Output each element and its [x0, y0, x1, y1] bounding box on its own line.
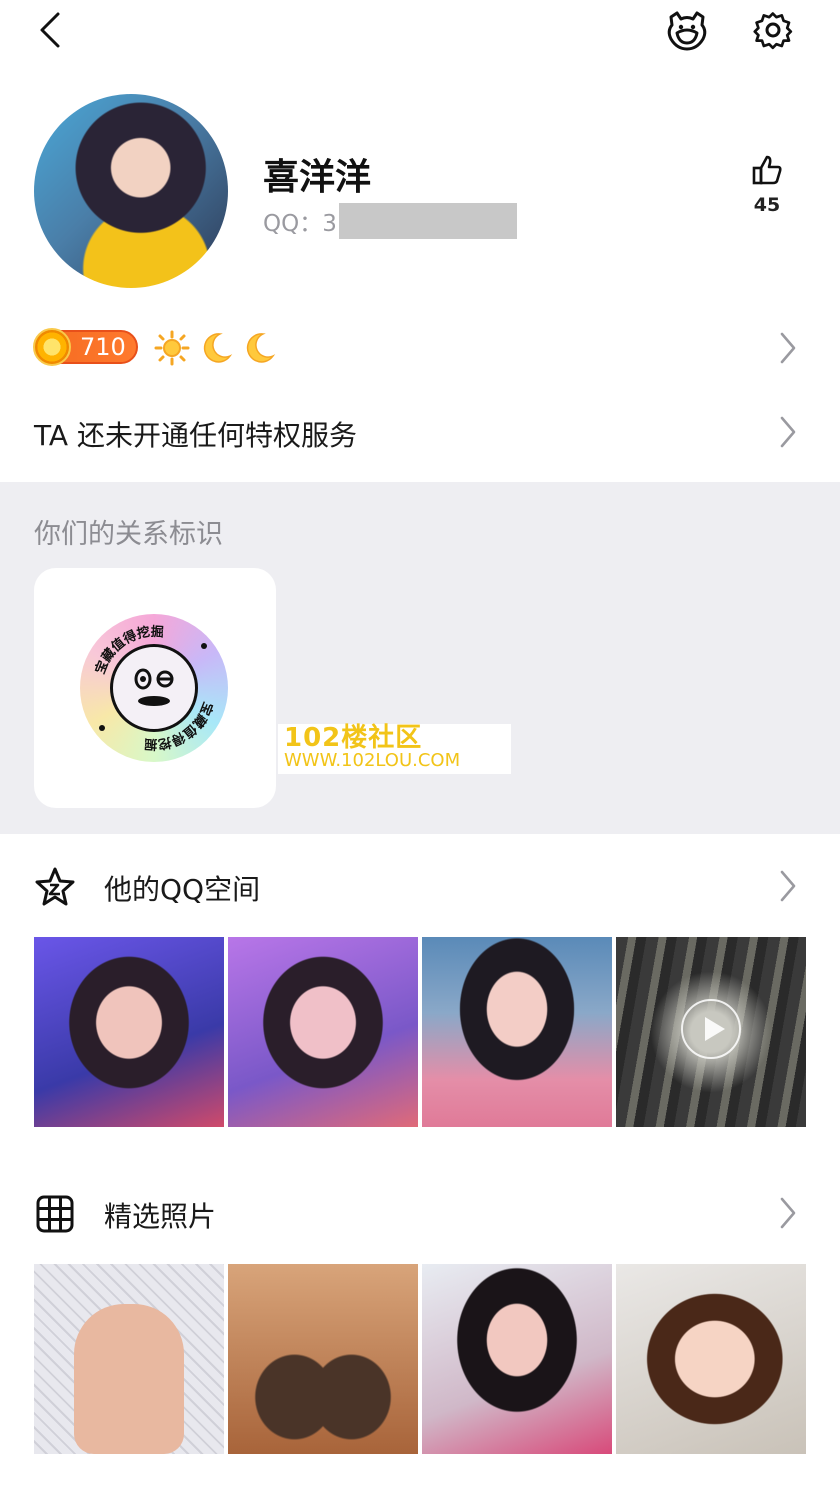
qq-number-redaction — [338, 203, 517, 239]
featured-photo[interactable] — [616, 1264, 806, 1454]
qzone-photo[interactable] — [34, 937, 224, 1127]
like-count: 45 — [753, 194, 781, 216]
featured-header[interactable]: 精选照片 — [0, 1183, 840, 1243]
featured-photo[interactable] — [34, 1264, 224, 1454]
qzone-photo-row — [34, 937, 806, 1127]
qq-number-prefix: QQ：3 — [263, 211, 337, 237]
chevron-right-icon — [780, 870, 796, 902]
relation-section: 你们的关系标识 宝藏值得挖掘 宝藏值得挖掘 102楼社区 WWW.102LOU.… — [0, 482, 840, 834]
pet-face-icon — [667, 11, 707, 51]
thumbs-up-icon — [752, 155, 782, 185]
chevron-right-icon — [780, 416, 796, 448]
badge-face — [110, 644, 198, 732]
moon-icon — [203, 333, 233, 363]
profile-name: 喜洋洋 — [263, 157, 372, 198]
avatar[interactable] — [34, 94, 228, 288]
featured-photo[interactable] — [228, 1264, 418, 1454]
level-row[interactable]: 710 — [0, 316, 840, 376]
qzone-video[interactable] — [616, 937, 806, 1127]
qzone-header[interactable]: 他的QQ空间 — [0, 856, 840, 916]
watermark: 102楼社区 WWW.102LOU.COM — [278, 724, 511, 774]
qzone-photo[interactable] — [228, 937, 418, 1127]
gear-icon — [753, 12, 793, 50]
back-button[interactable] — [28, 8, 72, 52]
chevron-right-icon — [780, 332, 796, 364]
level-badge: 710 — [33, 328, 138, 366]
play-icon — [681, 999, 741, 1059]
grid-icon — [36, 1195, 74, 1233]
qzone-title: 他的QQ空间 — [104, 873, 261, 906]
top-bar — [0, 0, 840, 64]
level-value: 710 — [80, 333, 126, 361]
chevron-left-icon — [40, 12, 60, 48]
privilege-row[interactable]: TA 还未开通任何特权服务 — [0, 402, 840, 462]
coin-icon — [33, 328, 71, 366]
qzone-photo[interactable] — [422, 937, 612, 1127]
relation-badge-card[interactable]: 宝藏值得挖掘 宝藏值得挖掘 — [34, 568, 276, 808]
smiley-face-icon — [134, 668, 174, 706]
relation-title: 你们的关系标识 — [34, 519, 223, 550]
watermark-line2: WWW.102LOU.COM — [284, 750, 461, 771]
watermark-line1: 102楼社区 — [284, 723, 423, 753]
featured-title: 精选照片 — [104, 1200, 217, 1233]
moon-icon — [246, 333, 276, 363]
treasure-badge-icon: 宝藏值得挖掘 宝藏值得挖掘 — [80, 614, 228, 762]
settings-button[interactable] — [748, 6, 798, 54]
pet-button[interactable] — [662, 6, 712, 54]
star-icon — [35, 867, 75, 906]
featured-photo[interactable] — [422, 1264, 612, 1454]
qq-number: QQ：3 — [263, 203, 517, 239]
sun-icon — [154, 330, 190, 366]
privilege-text: TA 还未开通任何特权服务 — [34, 419, 357, 452]
chevron-right-icon — [780, 1197, 796, 1229]
featured-photo-row — [34, 1264, 806, 1454]
like-button[interactable]: 45 — [736, 154, 798, 216]
